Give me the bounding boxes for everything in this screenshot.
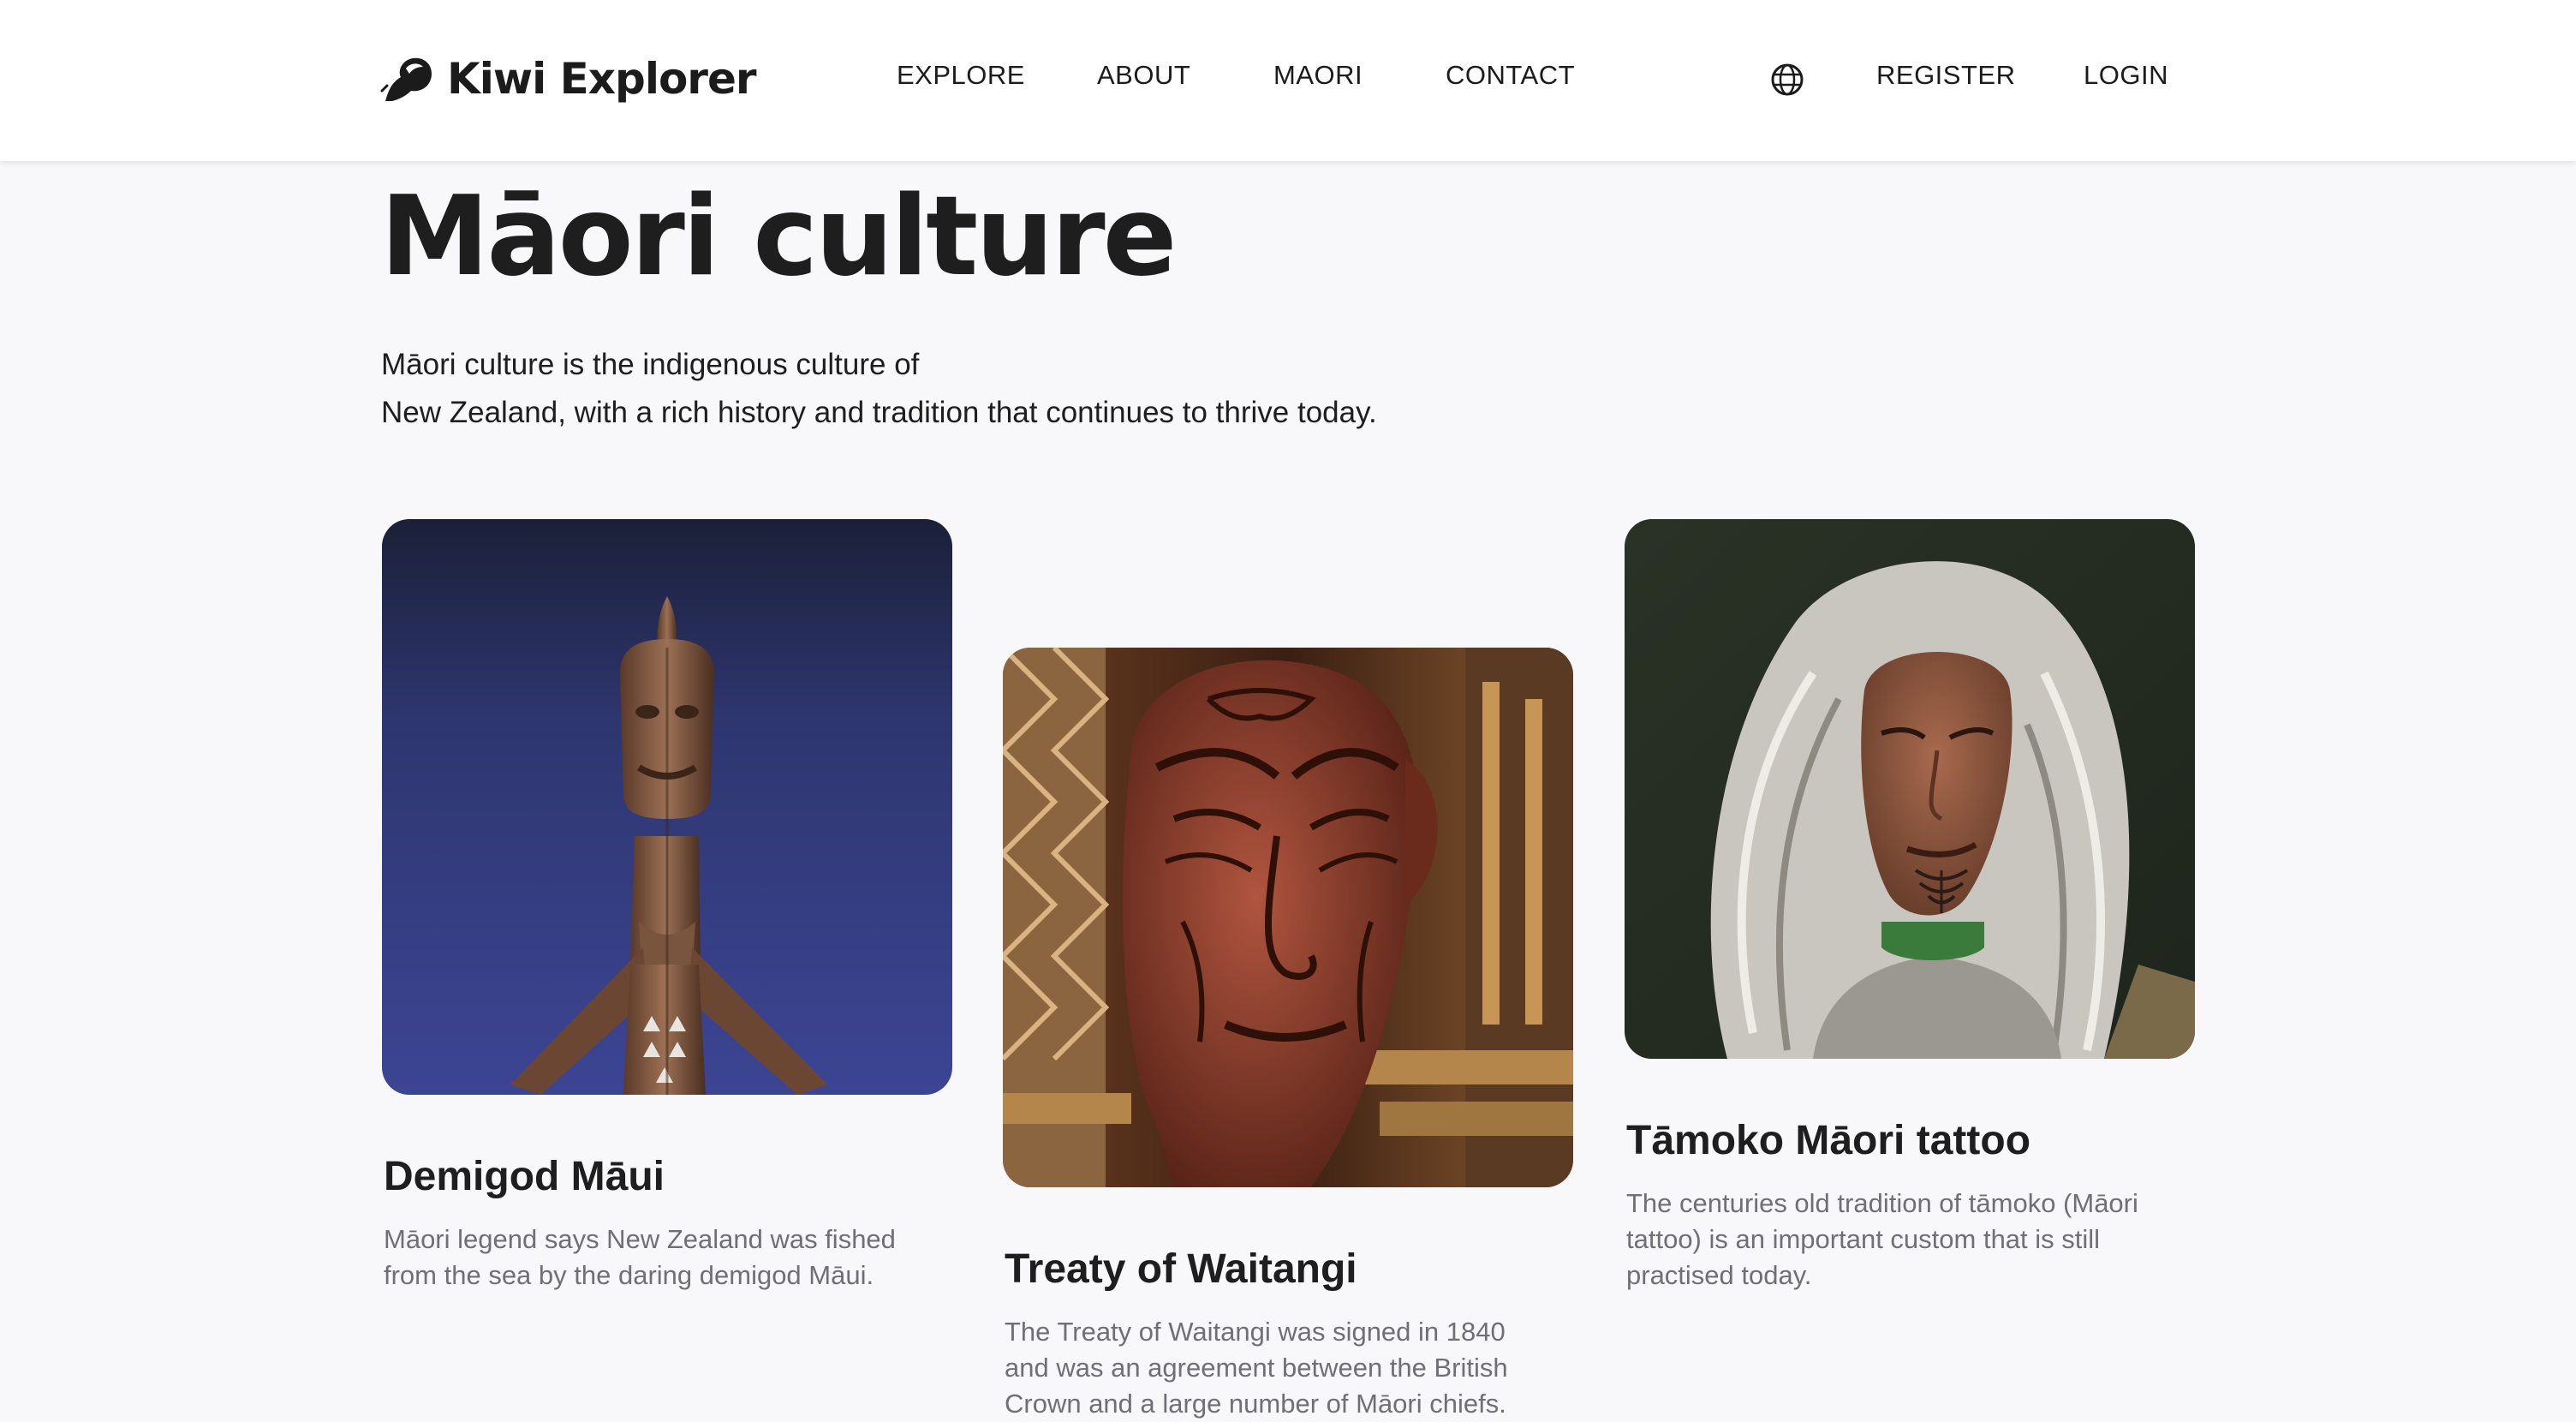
card-title[interactable]: Demigod Māui <box>384 1153 665 1200</box>
card-tamoko-tattoo[interactable]: Tāmoko Māori tattoo The centuries old tr… <box>1625 519 2195 1307</box>
nav-explore[interactable]: EXPLORE <box>897 60 1025 91</box>
nav-contact[interactable]: CONTACT <box>1446 60 1575 91</box>
intro-text: Māori culture is the indigenous culture … <box>381 341 1377 437</box>
site-header: Kiwi Explorer EXPLORE ABOUT MAORI CONTAC… <box>0 0 2576 161</box>
card-description: The centuries old tradition of tāmoko (M… <box>1626 1188 2138 1290</box>
brand-logo[interactable]: Kiwi Explorer <box>380 50 757 108</box>
nav-maori[interactable]: MAORI <box>1273 60 1363 91</box>
card-treaty-of-waitangi[interactable]: Treaty of Waitangi The Treaty of Waitang… <box>1003 648 1573 1419</box>
login-link[interactable]: LOGIN <box>2084 60 2168 91</box>
nav-about[interactable]: ABOUT <box>1097 60 1190 91</box>
card-image-demigod-maui[interactable] <box>382 519 952 1095</box>
card-title[interactable]: Tāmoko Māori tattoo <box>1626 1117 2030 1164</box>
intro-line-2: New Zealand, with a rich history and tra… <box>381 396 1377 429</box>
brand-name: Kiwi Explorer <box>447 54 757 104</box>
globe-icon[interactable] <box>1769 62 1805 98</box>
card-description: The Treaty of Waitangi was signed in 184… <box>1005 1317 1508 1419</box>
card-title[interactable]: Treaty of Waitangi <box>1005 1246 1357 1293</box>
card-image-treaty-of-waitangi[interactable] <box>1003 648 1573 1187</box>
page-title: Māori culture <box>380 173 1177 301</box>
intro-line-1: Māori culture is the indigenous culture … <box>381 348 920 381</box>
register-link[interactable]: REGISTER <box>1876 60 2015 91</box>
kiwi-bird-icon <box>380 57 432 101</box>
card-demigod-maui[interactable]: Demigod Māui Māori legend says New Zeala… <box>382 519 952 1307</box>
card-description: Māori legend says New Zealand was fished… <box>384 1224 896 1290</box>
card-image-tamoko-tattoo[interactable] <box>1625 519 2195 1059</box>
